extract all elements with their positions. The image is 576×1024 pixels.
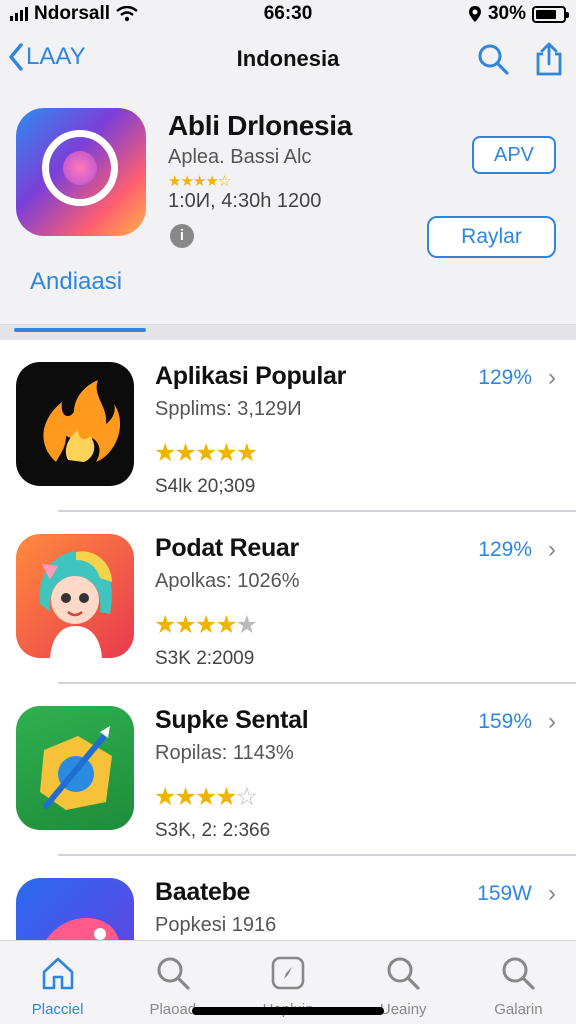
app-name: Aplikasi Popular: [155, 362, 347, 390]
app-meta: S3K, 2: 2:366: [155, 820, 271, 841]
app-percent: 159%: [478, 710, 532, 733]
app-subtitle: Ropilas: 1143%: [155, 742, 294, 764]
tab-andiaasi[interactable]: Andiaasi: [30, 268, 122, 296]
home-indicator: [192, 1007, 384, 1015]
app-subtitle: Apolkas: 1026%: [155, 570, 300, 592]
star-rating: ★★★★☆: [154, 783, 258, 811]
tab-label: Galarin: [494, 1001, 543, 1018]
clock: 66:30: [263, 3, 313, 24]
app-subtitle: Popkesi 1916: [155, 914, 277, 936]
compass-icon: [271, 956, 305, 990]
back-label: LAAY: [26, 43, 86, 70]
search-button[interactable]: [476, 42, 510, 76]
star-rating: ★★★★★: [154, 611, 258, 639]
home-icon: [42, 957, 73, 990]
avatar-app-icon: [16, 534, 134, 658]
bird-app-icon: [16, 878, 134, 944]
app-meta: S3K 2:2009: [155, 648, 255, 669]
search-icon: [157, 957, 190, 990]
featured-app-subtitle: Aplea. Bassi Alc: [168, 146, 312, 168]
list-item[interactable]: Baatebe Popkesi 1916 159W ›: [0, 856, 576, 944]
featured-app-rating: ★★★★☆: [168, 173, 231, 190]
segment-indicator: [0, 324, 576, 340]
flame-app-icon: [16, 362, 134, 486]
app-list: Aplikasi Popular Spplims: 3,129И ★★★★★ S…: [0, 340, 576, 944]
chevron-right-icon: ›: [548, 536, 556, 563]
chevron-right-icon: ›: [548, 708, 556, 735]
back-button[interactable]: LAAY: [8, 42, 86, 72]
app-name: Baatebe: [155, 878, 251, 906]
chevron-right-icon: ›: [548, 364, 556, 391]
featured-app-name: Abli Drlonesia: [168, 110, 353, 141]
app-meta: S4lk 20;309: [155, 476, 256, 497]
tab-search-3[interactable]: Galarin: [461, 941, 576, 1024]
app-store-screen: Ndorsall 66:30 30% LAAY Indonesia Abli D…: [0, 0, 576, 1024]
share-icon: [536, 42, 562, 76]
info-icon[interactable]: i: [170, 224, 194, 248]
chevron-left-icon: [9, 43, 23, 71]
list-item[interactable]: Podat Reuar Apolkas: 1026% ★★★★★ S3K 2:2…: [0, 512, 576, 684]
map-app-icon: [16, 706, 134, 830]
app-subtitle: Spplims: 3,129И: [155, 398, 302, 420]
featured-app-icon[interactable]: [16, 108, 146, 236]
featured-app-meta: 1:0И, 4:30h 1200: [168, 190, 322, 212]
battery-icon: [532, 5, 569, 23]
navigation-bar: LAAY Indonesia: [0, 36, 576, 84]
app-name: Podat Reuar: [155, 534, 299, 562]
app-percent: 159W: [477, 882, 532, 905]
app-percent: 129%: [478, 366, 532, 389]
app-percent: 129%: [478, 538, 532, 561]
get-button[interactable]: APV: [472, 136, 556, 174]
star-rating: ★★★★★: [154, 439, 258, 467]
search-icon: [502, 957, 536, 990]
rate-button[interactable]: Raylar: [427, 216, 556, 258]
share-button[interactable]: [532, 42, 566, 76]
featured-app-header: Abli Drlonesia Aplea. Bassi Alc ★★★★☆ 1:…: [0, 96, 576, 326]
tab-home[interactable]: Placciel: [0, 941, 115, 1024]
list-item[interactable]: Supke Sental Ropilas: 1143% ★★★★☆ S3K, 2…: [0, 684, 576, 856]
app-name: Supke Sental: [155, 706, 309, 734]
chevron-right-icon: ›: [548, 880, 556, 907]
search-icon: [387, 957, 420, 990]
list-item[interactable]: Aplikasi Popular Spplims: 3,129И ★★★★★ S…: [0, 340, 576, 512]
tab-label: Placciel: [31, 1001, 84, 1018]
search-icon: [478, 44, 509, 75]
status-bar: Ndorsall 66:30 30%: [0, 0, 576, 28]
